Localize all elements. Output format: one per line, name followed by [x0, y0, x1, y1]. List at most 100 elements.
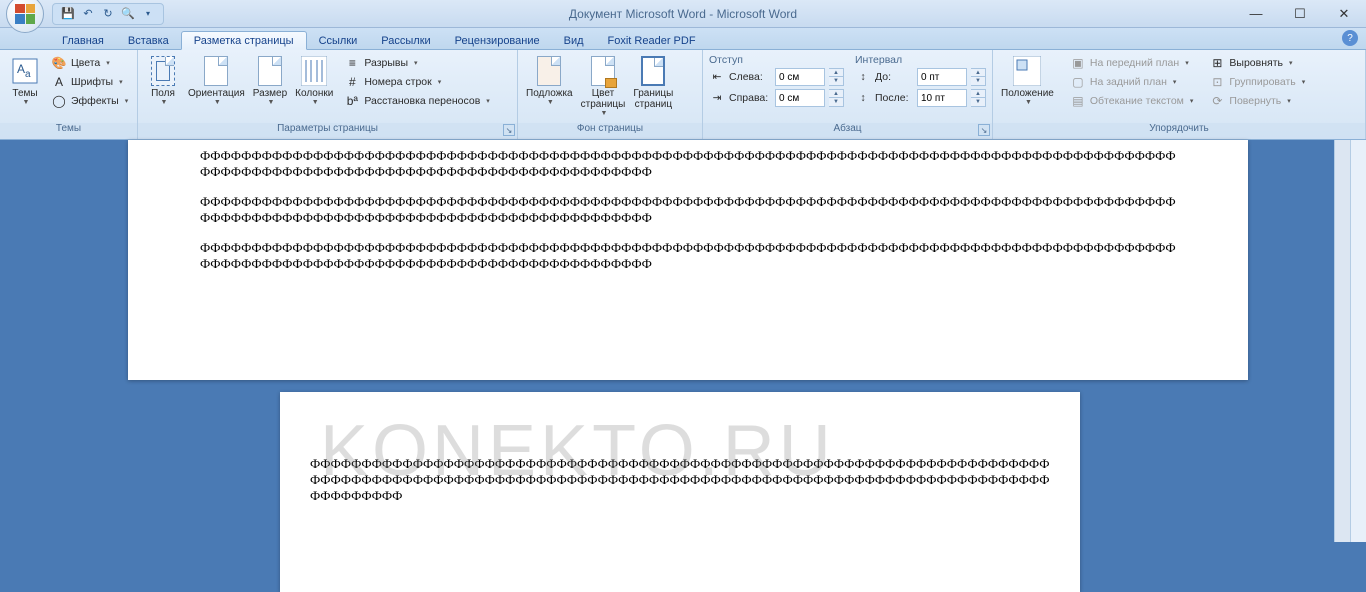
send-back-icon: ▢ [1070, 74, 1086, 90]
chevron-down-icon: ▼ [23, 99, 30, 106]
spin-up[interactable]: ▲ [829, 69, 843, 77]
margins-button[interactable]: Поля▼ [142, 53, 184, 108]
orientation-button[interactable]: Ориентация▼ [184, 53, 249, 108]
group-themes: Aa Темы ▼ 🎨Цвета▾ AШрифты▾ ◯Эффекты▾ Тем… [0, 50, 138, 139]
spacing-heading: Интервал [853, 53, 988, 66]
print-preview-icon[interactable]: 🔍 [119, 5, 137, 23]
hyphenation-icon: bª [344, 93, 360, 109]
text-line: ФФФФФФФФФ [310, 488, 1050, 504]
text-line: ФФФФФФФФФФФФФФФФФФФФФФФФФФФФФФФФФФФФФФФФ… [200, 194, 1176, 210]
page-borders-button[interactable]: Границы страниц [629, 53, 677, 112]
vertical-scrollbar[interactable] [1334, 140, 1350, 542]
colors-icon: 🎨 [51, 55, 67, 71]
spin-up[interactable]: ▲ [971, 69, 985, 77]
minimize-button[interactable]: — [1234, 2, 1278, 26]
spacing-before-input[interactable] [917, 68, 967, 86]
group-arrange: Положение▼ ▣На передний план▾ ▢На задний… [993, 50, 1366, 139]
group-paragraph: Отступ ⇤ Слева: ▲▼ ⇥ Справа: ▲▼ Интервал [703, 50, 993, 139]
indent-right-input[interactable] [775, 89, 825, 107]
theme-fonts-button[interactable]: AШрифты▾ [48, 73, 131, 91]
page-color-button[interactable]: Цвет страницы▼ [577, 53, 630, 119]
tab-foxit[interactable]: Foxit Reader PDF [596, 32, 708, 49]
spacing-before-row: ↕ До: ▲▼ [853, 67, 988, 87]
undo-icon[interactable]: ↶ [79, 5, 97, 23]
group-label-themes: Темы [0, 123, 137, 139]
qat-customize-icon[interactable]: ▾ [139, 5, 157, 23]
tab-view[interactable]: Вид [552, 32, 596, 49]
columns-button[interactable]: Колонки▼ [291, 53, 337, 108]
indent-right-icon: ⇥ [709, 90, 725, 106]
line-numbers-button[interactable]: #Номера строк▾ [341, 73, 492, 91]
text-line: ФФФФФФФФФФФФФФФФФФФФФФФФФФФФФФФФФФФФФФФФ… [200, 240, 1176, 256]
theme-effects-button[interactable]: ◯Эффекты▾ [48, 92, 131, 110]
indent-left-icon: ⇤ [709, 69, 725, 85]
text-line: ФФФФФФФФФФФФФФФФФФФФФФФФФФФФФФФФФФФФФФФФ… [200, 148, 1176, 164]
breaks-icon: ≡ [344, 55, 360, 71]
group-objects-button[interactable]: ⊡Группировать▾ [1206, 73, 1308, 91]
hyphenation-button[interactable]: bªРасстановка переносов▾ [341, 92, 492, 110]
title-bar: 💾 ↶ ↻ 🔍 ▾ Документ Microsoft Word - Micr… [0, 0, 1366, 28]
group-page-setup: Поля▼ Ориентация▼ Размер▼ Колонки▼ ≡Разр… [138, 50, 518, 139]
theme-colors-button[interactable]: 🎨Цвета▾ [48, 54, 131, 72]
indent-left-input[interactable] [775, 68, 825, 86]
size-button[interactable]: Размер▼ [249, 53, 291, 108]
text-line: ФФФФФФФФФФФФФФФФФФФФФФФФФФФФФФФФФФФФФФФФ… [200, 210, 1176, 226]
tab-page-layout[interactable]: Разметка страницы [181, 31, 307, 50]
group-label-paragraph: Абзац↘ [703, 123, 992, 139]
group-page-background: Подложка▼ Цвет страницы▼ Границы страниц… [518, 50, 703, 139]
fonts-icon: A [51, 74, 67, 90]
svg-text:a: a [25, 69, 31, 80]
group-icon: ⊡ [1209, 74, 1225, 90]
save-icon[interactable]: 💾 [59, 5, 77, 23]
watermark-button[interactable]: Подложка▼ [522, 53, 577, 108]
size-icon [254, 55, 286, 87]
redo-icon[interactable]: ↻ [99, 5, 117, 23]
align-button[interactable]: ⊞Выровнять▾ [1206, 54, 1308, 72]
maximize-button[interactable]: ☐ [1278, 2, 1322, 26]
document-area: ФФФФФФФФФФФФФФФФФФФФФФФФФФФФФФФФФФФФФФФФ… [0, 140, 1366, 542]
close-button[interactable]: ✕ [1322, 2, 1366, 26]
position-button[interactable]: Положение▼ [997, 53, 1058, 108]
text-line: ФФФФФФФФФФФФФФФФФФФФФФФФФФФФФФФФФФФФФФФФ… [200, 256, 1176, 272]
align-icon: ⊞ [1209, 55, 1225, 71]
tab-review[interactable]: Рецензирование [443, 32, 552, 49]
breaks-button[interactable]: ≡Разрывы▾ [341, 54, 492, 72]
tab-insert[interactable]: Вставка [116, 32, 181, 49]
orientation-icon [200, 55, 232, 87]
watermark-icon [533, 55, 565, 87]
spacing-before-icon: ↕ [855, 69, 871, 85]
bring-front-button[interactable]: ▣На передний план▾ [1067, 54, 1197, 72]
line-numbers-icon: # [344, 74, 360, 90]
page-setup-dialog-launcher[interactable]: ↘ [503, 124, 515, 136]
help-icon[interactable]: ? [1342, 30, 1358, 46]
spin-down[interactable]: ▼ [829, 77, 843, 85]
document-page-1[interactable]: ФФФФФФФФФФФФФФФФФФФФФФФФФФФФФФФФФФФФФФФФ… [128, 140, 1248, 380]
position-icon [1011, 55, 1043, 87]
spin-up[interactable]: ▲ [829, 90, 843, 98]
vertical-ruler[interactable] [1350, 140, 1366, 542]
rotate-button[interactable]: ⟳Повернуть▾ [1206, 92, 1308, 110]
group-label-page-setup: Параметры страницы↘ [138, 123, 517, 139]
themes-button[interactable]: Aa Темы ▼ [4, 53, 46, 108]
ribbon: Aa Темы ▼ 🎨Цвета▾ AШрифты▾ ◯Эффекты▾ Тем… [0, 50, 1366, 140]
spin-down[interactable]: ▼ [971, 98, 985, 106]
group-label-page-background: Фон страницы [518, 123, 702, 139]
tab-home[interactable]: Главная [50, 32, 116, 49]
page-color-icon [587, 55, 619, 87]
text-line: ФФФФФФФФФФФФФФФФФФФФФФФФФФФФФФФФФФФФФФФФ… [310, 472, 1050, 488]
spin-up[interactable]: ▲ [971, 90, 985, 98]
quick-access-toolbar: 💾 ↶ ↻ 🔍 ▾ [52, 3, 164, 25]
text-line: ФФФФФФФФФФФФФФФФФФФФФФФФФФФФФФФФФФФФФФФФ… [200, 164, 1176, 180]
document-page-2[interactable]: ФФФФФФФФФФФФФФФФФФФФФФФФФФФФФФФФФФФФФФФФ… [280, 392, 1080, 592]
send-back-button[interactable]: ▢На задний план▾ [1067, 73, 1197, 91]
indent-left-row: ⇤ Слева: ▲▼ [707, 67, 846, 87]
text-wrap-button[interactable]: ▤Обтекание текстом▾ [1067, 92, 1197, 110]
spin-down[interactable]: ▼ [971, 77, 985, 85]
spacing-after-input[interactable] [917, 89, 967, 107]
tab-references[interactable]: Ссылки [307, 32, 370, 49]
indent-heading: Отступ [707, 53, 846, 66]
spin-down[interactable]: ▼ [829, 98, 843, 106]
effects-icon: ◯ [51, 93, 67, 109]
paragraph-dialog-launcher[interactable]: ↘ [978, 124, 990, 136]
tab-mailings[interactable]: Рассылки [369, 32, 442, 49]
